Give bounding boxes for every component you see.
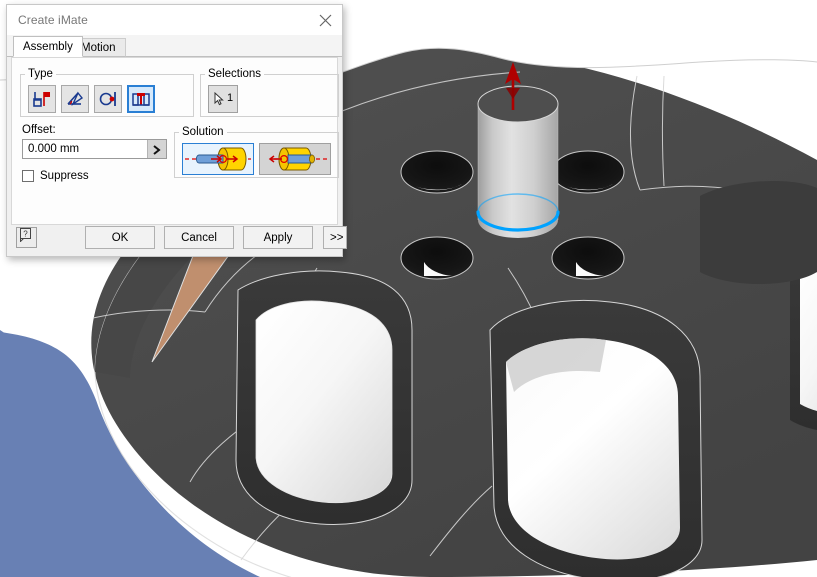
selections-group-legend: Selections: [208, 68, 262, 80]
tab-assembly[interactable]: Assembly: [13, 36, 83, 57]
apply-button[interactable]: Apply: [243, 226, 313, 249]
cylinder-body: [478, 104, 558, 238]
suppress-checkbox[interactable]: [22, 170, 34, 182]
selection-picker-button[interactable]: 1: [208, 85, 238, 113]
cursor-arrow-icon: [214, 91, 225, 109]
offset-label: Offset:: [22, 124, 56, 136]
hole-upper-right: [551, 150, 625, 194]
dialog-footer: ? OK Cancel Apply >>: [7, 224, 347, 256]
insert-constraint-button[interactable]: [127, 85, 155, 113]
pocket-wall-ur: [700, 181, 817, 284]
dialog-tabstrip: Assembly Motion: [7, 35, 342, 57]
hole-lower-right: [551, 236, 625, 280]
ok-button[interactable]: OK: [85, 226, 155, 249]
pocket-lower-left: [235, 270, 413, 526]
solution-opposed-option[interactable]: [182, 143, 254, 175]
hole-lower-left: [400, 236, 474, 280]
offset-input[interactable]: [23, 140, 147, 158]
mate-constraint-button[interactable]: [28, 85, 56, 113]
type-group-legend: Type: [28, 68, 53, 80]
dialog-titlebar: Create iMate: [7, 5, 342, 36]
close-icon[interactable]: [310, 6, 340, 33]
expand-more-button[interactable]: >>: [323, 226, 347, 249]
pocket-lower-right: [489, 299, 703, 577]
angle-constraint-button[interactable]: [61, 85, 89, 113]
type-button-row: [28, 85, 155, 113]
pocket-upper-right: [700, 181, 817, 284]
cylinder-top-face: [477, 85, 559, 123]
chevron-right-icon[interactable]: [147, 140, 166, 158]
suppress-checkbox-row[interactable]: Suppress: [22, 170, 89, 182]
cancel-button[interactable]: Cancel: [164, 226, 234, 249]
type-group: Type: [20, 68, 194, 117]
hole-upper-left: [400, 150, 474, 194]
dialog-body: Type Selections 1 Offset: 0.000 mm Suppr…: [11, 57, 339, 225]
selections-group: Selections 1: [200, 68, 339, 117]
solution-group: Solution: [174, 126, 339, 178]
solution-group-legend: Solution: [182, 126, 224, 138]
suppress-label: Suppress: [40, 170, 89, 182]
svg-text:?: ?: [23, 230, 28, 239]
solution-option-row: [182, 143, 331, 175]
selection-count: 1: [227, 92, 234, 104]
help-button[interactable]: ?: [16, 227, 37, 248]
center-cylinder: [476, 85, 560, 238]
dialog-title: Create iMate: [18, 13, 88, 27]
create-imate-dialog: Create iMate Assembly Motion Type Select…: [6, 4, 347, 257]
offset-field-row: [22, 139, 167, 159]
boss-lower-left: [256, 300, 392, 503]
application-window: Create iMate Assembly Motion Type Select…: [0, 0, 817, 577]
solution-aligned-option[interactable]: [259, 143, 331, 175]
tangent-constraint-button[interactable]: [94, 85, 122, 113]
